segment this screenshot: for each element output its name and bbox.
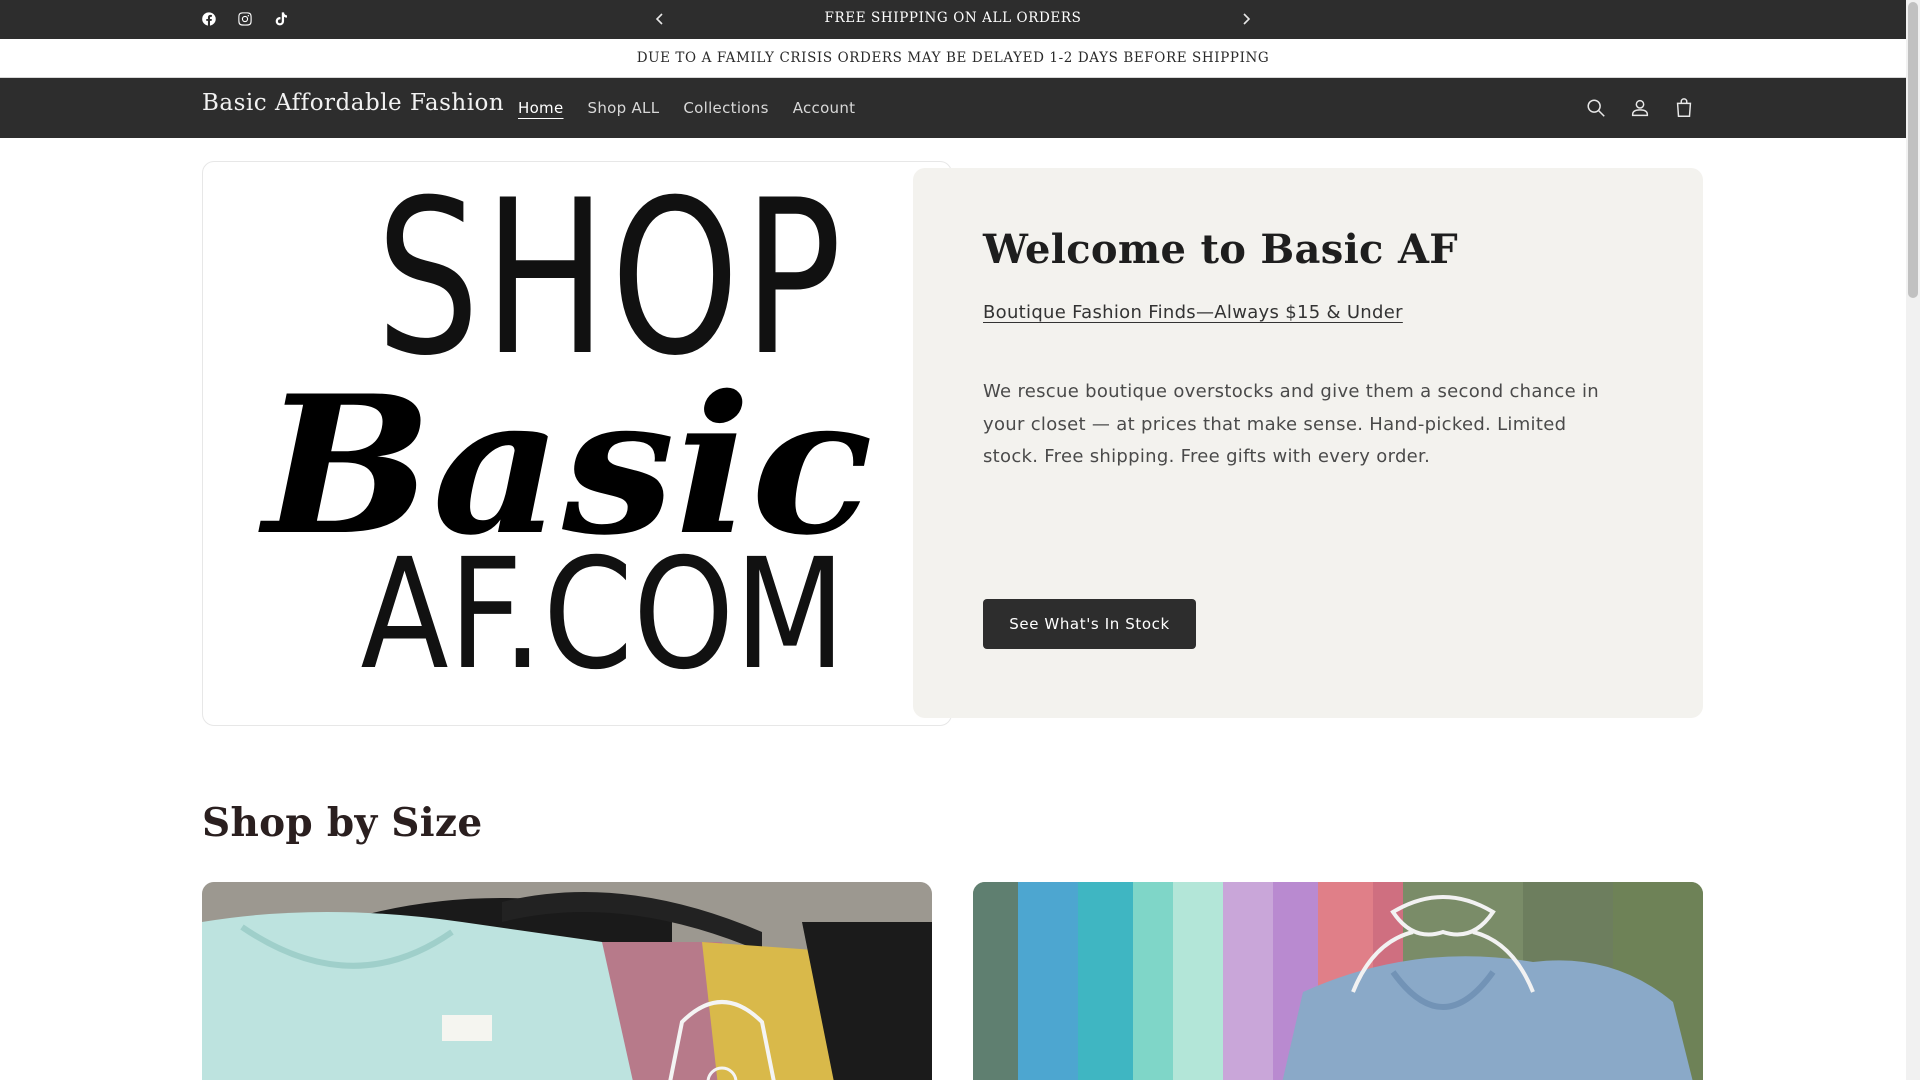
nav-account[interactable]: Account — [781, 99, 868, 117]
size-collection-tile-1[interactable] — [202, 882, 932, 1080]
site-header: Basic Affordable Fashion Home Shop ALL C… — [0, 78, 1906, 138]
size-collection-tile-2[interactable] — [973, 882, 1703, 1080]
chevron-right-icon[interactable] — [1236, 9, 1256, 29]
nav-shop-all[interactable]: Shop ALL — [576, 99, 672, 117]
scrollbar-thumb[interactable] — [1908, 2, 1918, 298]
nav-home[interactable]: Home — [506, 99, 576, 117]
cart-icon[interactable] — [1671, 95, 1697, 121]
shop-by-size-title: Shop by Size — [202, 800, 483, 846]
see-in-stock-button[interactable]: See What's In Stock — [983, 599, 1196, 649]
announcement-text: FREE SHIPPING ON ALL ORDERS — [824, 10, 1082, 26]
size-collection-image-2 — [973, 882, 1703, 1080]
site-logo[interactable]: Basic Affordable Fashion — [202, 90, 504, 116]
tiktok-icon[interactable] — [271, 9, 291, 29]
chevron-left-icon[interactable] — [650, 9, 670, 29]
nav-collections[interactable]: Collections — [671, 99, 780, 117]
announcement-bar: FREE SHIPPING ON ALL ORDERS — [0, 0, 1906, 39]
hero-card: Welcome to Basic AF Boutique Fashion Fin… — [913, 168, 1703, 718]
hero-description: We rescue boutique overstocks and give t… — [983, 381, 1600, 467]
delay-notice: DUE TO A FAMILY CRISIS ORDERS MAY BE DEL… — [0, 39, 1906, 78]
hero-tagline-link[interactable]: Boutique Fashion Finds—Always $15 & Unde… — [983, 302, 1403, 323]
instagram-icon[interactable] — [235, 9, 255, 29]
hero-logo-image: SHOP Basic AF.COM — [202, 161, 952, 726]
size-collection-image-1 — [202, 882, 932, 1080]
facebook-icon[interactable] — [199, 9, 219, 29]
hero-title: Welcome to Basic AF — [983, 226, 1458, 273]
logo-afcom-text: AF.COM — [361, 526, 846, 704]
main-nav: Home Shop ALL Collections Account — [506, 78, 867, 138]
account-icon[interactable] — [1627, 95, 1653, 121]
search-icon[interactable] — [1583, 95, 1609, 121]
